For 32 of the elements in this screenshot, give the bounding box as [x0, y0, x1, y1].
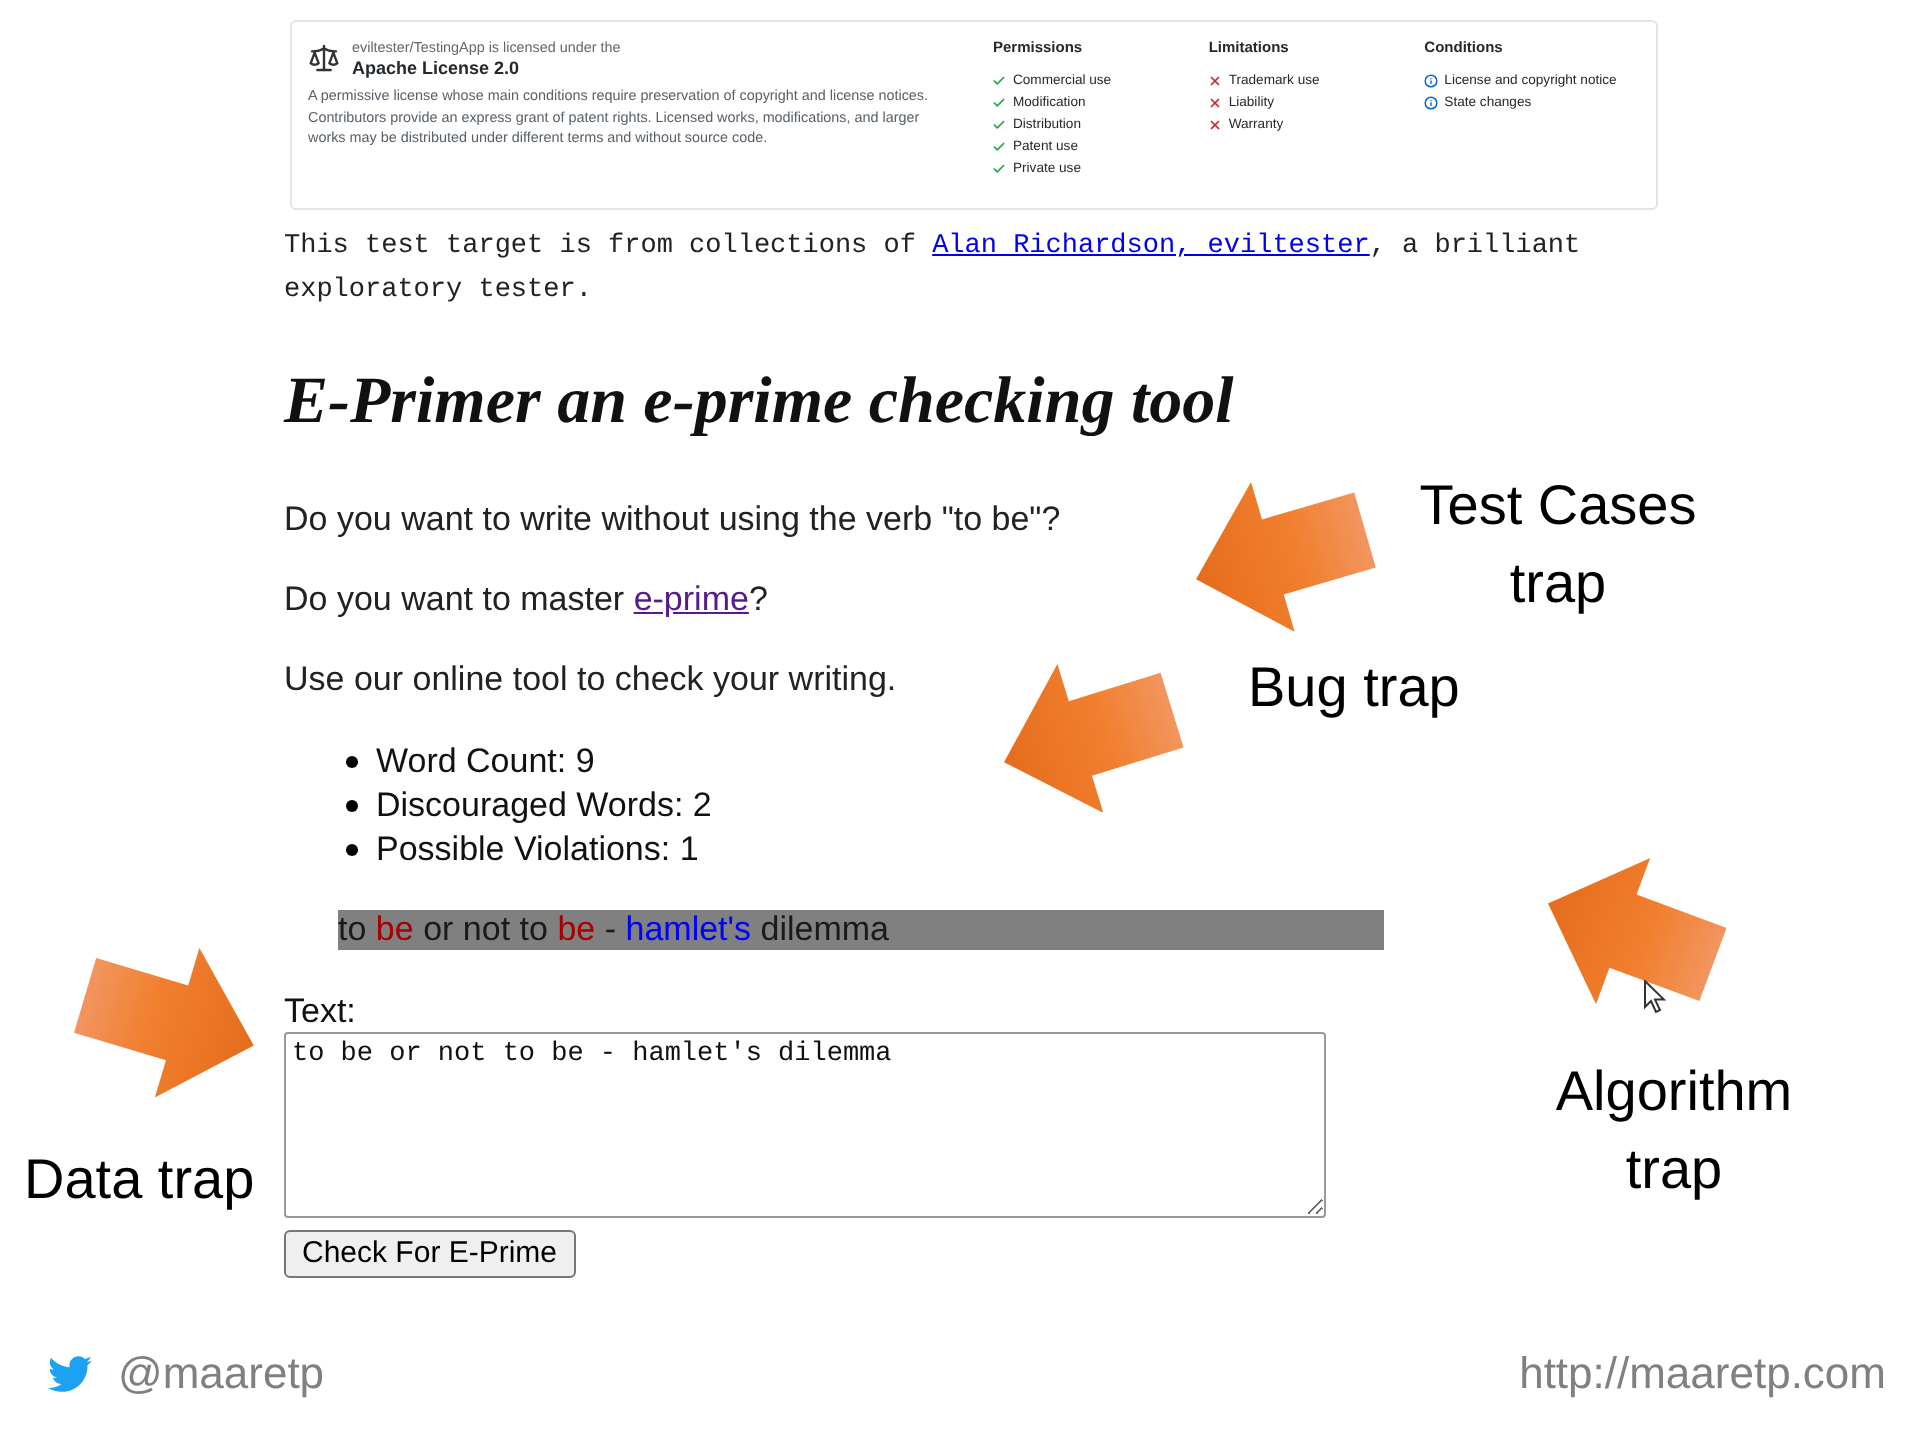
info-icon: [1424, 74, 1439, 88]
bullet-icon: [346, 800, 358, 812]
check-button[interactable]: Check For E-Prime: [284, 1230, 576, 1278]
mouse-pointer-icon: [1644, 980, 1666, 1014]
author-link[interactable]: Alan Richardson, eviltester: [932, 232, 1370, 262]
scale-icon: [308, 42, 340, 74]
question-text: Use our online tool to check your writing.: [284, 658, 897, 702]
annotation-label: Test Cases trap: [1417, 472, 1699, 618]
text-label: Text:: [284, 994, 356, 1030]
website-url: http://maaretp.com: [1519, 1348, 1886, 1400]
cross-icon: [1208, 96, 1223, 110]
page-heading: E-Primer an e-prime checking tool: [284, 364, 1234, 440]
annotation-label: Data trap: [24, 1146, 257, 1214]
cross-icon: [1208, 74, 1223, 88]
license-title: Apache License 2.0: [352, 56, 520, 80]
annotation-label: Bug trap: [1248, 654, 1462, 722]
info-icon: [1424, 96, 1439, 110]
stat-text: Word Count: 9: [376, 740, 595, 784]
highlighted-sentence: to be or not to be - hamlet's dilemma: [338, 910, 1384, 950]
annotation-label: Algorithm trap: [1553, 1058, 1795, 1204]
bullet-icon: [346, 756, 358, 768]
handle-text: @maaretp: [118, 1348, 325, 1400]
question-text: Do you want to write without using the verb "to be"?: [284, 498, 1061, 542]
intro-text: This test target is from collections of Alan Richardson, eviltester, a brilliant exploratory tester.: [284, 230, 1583, 310]
stat-text: Possible Violations: 1: [376, 828, 699, 872]
stat-text: Discouraged Words: 2: [376, 784, 712, 828]
bullet-icon: [346, 844, 358, 856]
question-text: Do you want to master e-prime?: [284, 578, 768, 622]
text-input-area[interactable]: to be or not to be - hamlet's dilemma: [284, 1032, 1326, 1218]
cross-icon: [1208, 118, 1223, 132]
bird-icon: [44, 1352, 96, 1396]
e-prime-link[interactable]: e-prime: [633, 580, 749, 618]
